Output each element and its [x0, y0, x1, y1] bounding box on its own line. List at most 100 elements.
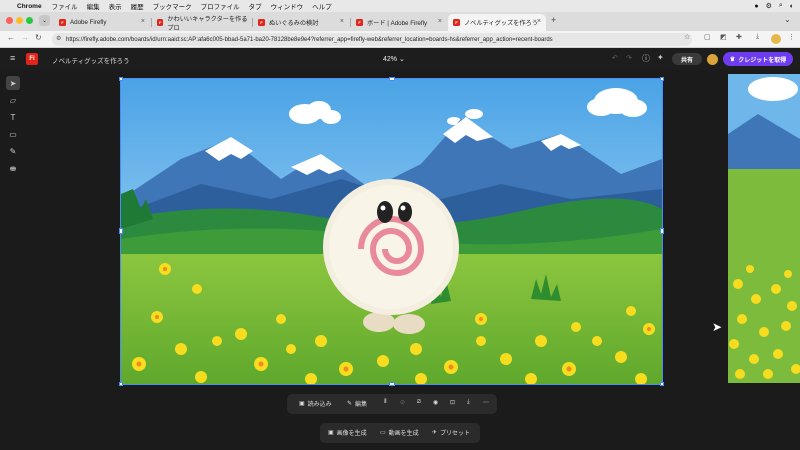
resize-handle[interactable] [660, 228, 664, 234]
edit-button[interactable]: ✎ 編集 [347, 399, 367, 408]
generate-video-label: 動画を生成 [388, 431, 419, 437]
mouse-cursor: ➤ [712, 320, 723, 334]
image-icon: ▣ [299, 401, 305, 407]
download-icon[interactable]: ⤓ [756, 33, 759, 41]
preset-button[interactable]: ✈ プリセット [432, 428, 470, 437]
resize-handle[interactable] [119, 228, 123, 234]
generate-image-label: 画像を生成 [336, 431, 367, 437]
download-icon[interactable]: ⤓ [467, 399, 470, 406]
tab-label: ノベルティグッズを作ろう [464, 20, 538, 27]
menu-history[interactable]: 履歴 [131, 1, 144, 11]
close-tab-icon[interactable]: × [242, 18, 246, 25]
maximize-window-button[interactable] [26, 17, 33, 24]
resize-handle[interactable] [389, 382, 395, 386]
close-tab-icon[interactable]: × [141, 18, 145, 25]
zoom-level[interactable]: 42% ⌄ [383, 55, 405, 63]
pen-tool-icon[interactable]: ✎ [6, 144, 20, 158]
menu-file[interactable]: ファイル [52, 1, 78, 11]
menu-help[interactable]: ヘルプ [312, 1, 332, 11]
preset-icon: ✈ [432, 430, 438, 436]
frame-tool-icon[interactable]: ▱ [6, 93, 20, 107]
resize-handle[interactable] [660, 77, 664, 81]
minimize-window-button[interactable] [16, 17, 23, 24]
zoom-value: 42% [383, 56, 398, 63]
close-tab-icon[interactable]: × [340, 18, 344, 25]
crop-icon[interactable]: ⧄ [417, 399, 421, 406]
remove-bg-icon[interactable]: ⊘ [400, 399, 405, 406]
undo-icon[interactable]: ↶ [612, 54, 618, 62]
camera-icon[interactable]: ◉ [433, 399, 438, 406]
search-icon[interactable]: ⌕ [779, 2, 783, 10]
pencil-icon: ✎ [347, 401, 353, 407]
help-icon[interactable]: ⓘ [642, 53, 650, 64]
redo-icon[interactable]: ↷ [626, 54, 632, 62]
generate-image-button[interactable]: ▣ 画像を生成 [328, 428, 367, 437]
hamburger-menu-icon[interactable]: ≡ [10, 53, 15, 63]
forward-icon[interactable]: → [21, 33, 29, 42]
menu-bookmarks[interactable]: ブックマーク [153, 1, 192, 11]
menu-view[interactable]: 表示 [109, 1, 122, 11]
user-avatar[interactable] [707, 54, 718, 65]
resize-handle[interactable] [119, 382, 123, 386]
control-center-icon[interactable]: ⚙ [766, 2, 772, 10]
expand-icon[interactable]: ⊡ [450, 399, 455, 406]
stamp-tool-icon[interactable]: ⛂ [6, 161, 20, 175]
tab-novelty-active[interactable]: F ノベルティグッズを作ろう × [448, 14, 546, 31]
profile-avatar[interactable] [771, 34, 781, 44]
tab-adobe-firefly[interactable]: F Adobe Firefly × [54, 14, 150, 31]
select-tool-icon[interactable]: ➤ [6, 76, 20, 90]
site-settings-icon[interactable]: ⚙ [56, 35, 61, 42]
import-button[interactable]: ▣ 読み込み [299, 399, 332, 408]
app-name[interactable]: Chrome [17, 3, 42, 10]
cast-icon[interactable]: ▢ [704, 33, 711, 41]
more-icon[interactable]: ⋯ [483, 399, 489, 406]
image-context-toolbar: ▣ 読み込み ✎ 編集 ⫴ ⊘ ⧄ ◉ ⊡ ⤓ ⋯ [287, 394, 497, 414]
import-label: 読み込み [307, 402, 332, 408]
resize-handle[interactable] [119, 77, 123, 81]
bookmark-star-icon[interactable]: ☆ [684, 33, 690, 41]
adjacent-image[interactable] [728, 74, 800, 383]
board-canvas[interactable]: ➤ ▱ T ▭ ✎ ⛂ ☰ ◷ ▣ ▢ [0, 70, 800, 450]
resize-handle[interactable] [660, 382, 664, 386]
record-icon[interactable]: ● [754, 3, 758, 10]
back-icon[interactable]: ← [7, 33, 15, 42]
edit-label: 編集 [355, 402, 368, 408]
shape-tool-icon[interactable]: ▭ [6, 127, 20, 141]
close-tab-icon[interactable]: × [438, 18, 442, 25]
tab-list-chevron-icon[interactable]: ⌄ [784, 15, 791, 24]
address-input[interactable]: ⚙ https://firefly.adobe.com/boards/id/ur… [52, 33, 692, 46]
text-tool-icon[interactable]: T [6, 110, 20, 124]
menu-window[interactable]: ウィンドウ [271, 1, 304, 11]
share-button[interactable]: 共有 [672, 53, 702, 65]
generated-image[interactable] [120, 78, 663, 385]
menu-edit[interactable]: 編集 [87, 1, 100, 11]
adjacent-illustration [728, 74, 800, 383]
resize-handle[interactable] [389, 77, 395, 81]
extensions-icon[interactable]: ✚ [736, 33, 742, 41]
generate-toolbar: ▣ 画像を生成 ▭ 動画を生成 ✈ プリセット [320, 423, 480, 443]
menu-profiles[interactable]: プロファイル [201, 1, 240, 11]
firefly-favicon-icon: F [59, 19, 66, 26]
menu-tab[interactable]: タブ [249, 1, 262, 11]
compare-icon[interactable]: ⫴ [384, 399, 387, 406]
reload-icon[interactable]: ↻ [35, 33, 42, 42]
tab-character[interactable]: F かわいいキャラクターを作るプロ × [152, 14, 251, 32]
screenshot-icon[interactable]: ◩ [720, 33, 727, 41]
tab-board[interactable]: F ボード | Adobe Firefly × [351, 14, 447, 31]
close-window-button[interactable] [6, 17, 13, 24]
new-tab-icon[interactable]: + [551, 15, 556, 25]
more-menu-icon[interactable]: ⋮ [788, 33, 795, 41]
firefly-logo[interactable]: Fi [26, 53, 38, 65]
generate-video-button[interactable]: ▭ 動画を生成 [380, 428, 419, 437]
close-tab-icon[interactable]: × [537, 18, 541, 25]
tab-label: かわいいキャラクターを作るプロ [167, 15, 248, 32]
left-toolbar: ➤ ▱ T ▭ ✎ ⛂ [6, 76, 22, 178]
tab-strip: ⌄ F Adobe Firefly × F かわいいキャラクターを作るプロ × … [0, 12, 800, 32]
get-credits-button[interactable]: ♛ クレジットを取得 [723, 52, 793, 66]
lightbulb-icon[interactable]: ✦ [657, 53, 664, 62]
tab-search-chevron-icon[interactable]: ⌄ [39, 15, 50, 26]
macos-menubar: Chrome ファイル 編集 表示 履歴 ブックマーク プロファイル タブ ウィ… [0, 0, 800, 12]
tab-plush[interactable]: F ぬいぐるみの検討 × [253, 14, 349, 31]
siri-icon[interactable]: ◐ [790, 3, 794, 10]
board-title[interactable]: ノベルティグッズを作ろう [52, 55, 130, 65]
